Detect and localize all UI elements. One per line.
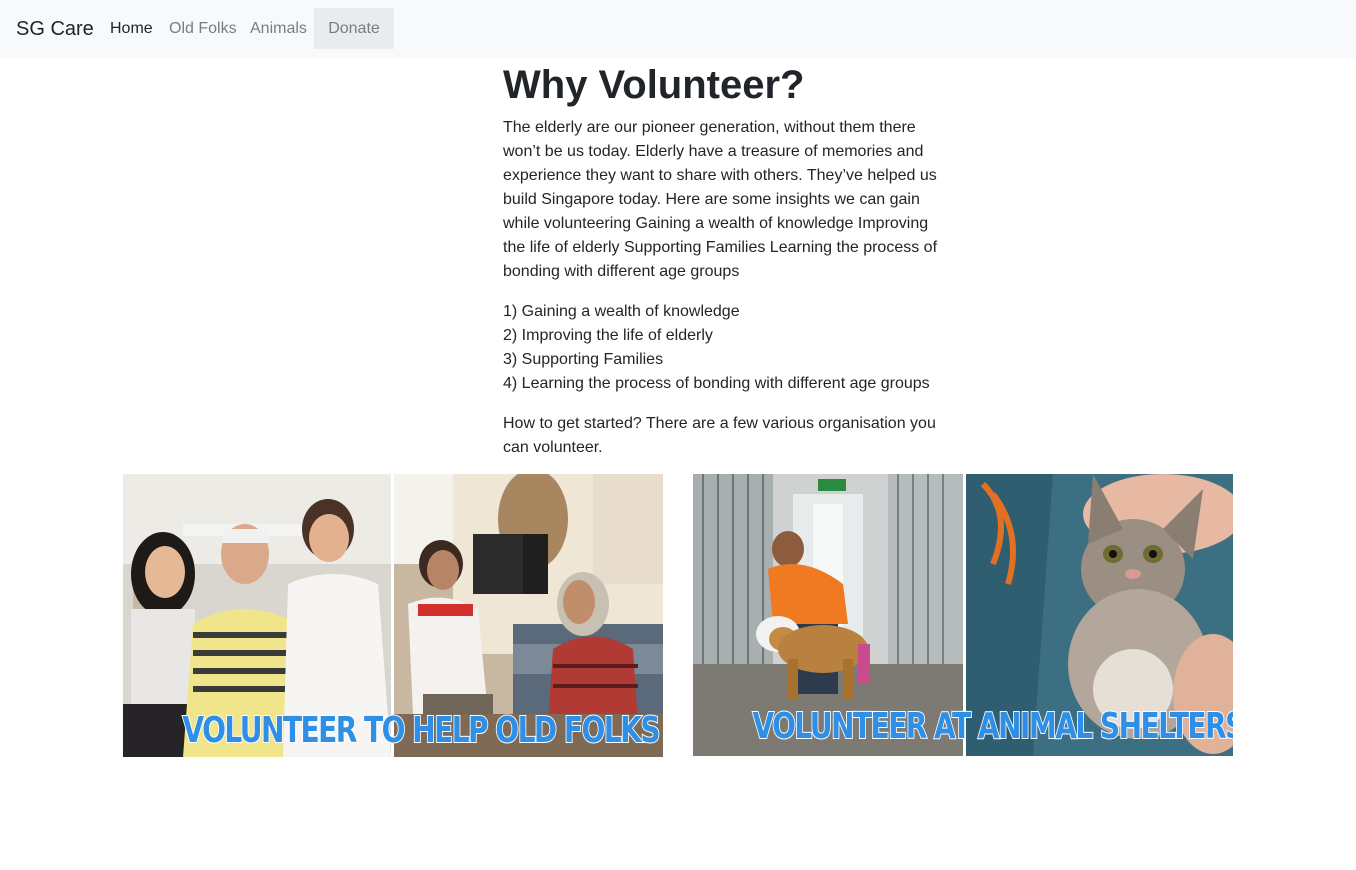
- nav-home[interactable]: Home: [110, 19, 153, 39]
- brand-link[interactable]: SG Care: [16, 17, 94, 41]
- insight-item: 1) Gaining a wealth of knowledge: [503, 303, 740, 320]
- old-folks-image-link[interactable]: VOLUNTEER TO HELP OLD FOLKS: [123, 474, 663, 757]
- animal-shelter-caption: VOLUNTEER AT ANIMAL SHELTERS: [752, 705, 1233, 748]
- insights-list: 1) Gaining a wealth of knowledge 2) Impr…: [503, 300, 943, 396]
- donate-button[interactable]: Donate: [314, 8, 394, 49]
- nav-old-folks[interactable]: Old Folks: [169, 19, 237, 39]
- insight-item: 4) Learning the process of bonding with …: [503, 375, 930, 392]
- intro-paragraph: The elderly are our pioneer generation, …: [503, 119, 938, 280]
- page-title: Why Volunteer?: [503, 63, 805, 107]
- nav-animals[interactable]: Animals: [250, 19, 307, 39]
- old-folks-caption: VOLUNTEER TO HELP OLD FOLKS: [182, 709, 662, 752]
- main-content: Why Volunteer? The elderly are our pione…: [503, 62, 943, 476]
- navbar: SG Care Home Old Folks Animals Donate: [0, 0, 1356, 58]
- insight-item: 2) Improving the life of elderly: [503, 327, 713, 344]
- insight-item: 3) Supporting Families: [503, 351, 664, 368]
- outro-paragraph: How to get started? There are a few vari…: [503, 415, 936, 456]
- animal-shelter-image-link[interactable]: VOLUNTEER AT ANIMAL SHELTERS: [693, 474, 1233, 756]
